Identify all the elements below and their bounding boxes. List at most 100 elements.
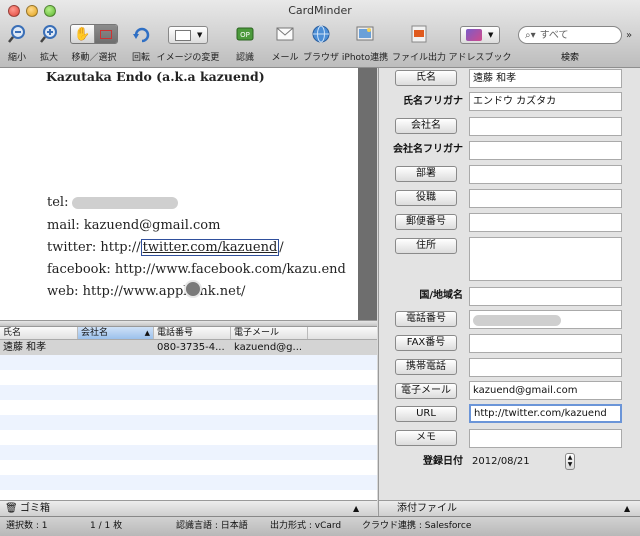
status-output-format: 出力形式 : vCard — [270, 521, 342, 531]
browser-button[interactable]: ブラウザ — [303, 23, 339, 63]
cell-extra — [308, 340, 377, 355]
address-field-button[interactable]: 住所 — [395, 238, 457, 254]
card-image-pane[interactable]: Kazutaka Endo (a.k.a kazuend) tel: mail:… — [0, 68, 377, 320]
table-header: 氏名 会社名 ▲ 電話番号 電子メール — [0, 327, 377, 340]
zip-input[interactable] — [469, 213, 622, 232]
title-bar: CardMinder 縮小 拡大 ✋ 移動／選択 回転 ▼ イメージの変更 OP… — [0, 0, 640, 68]
empty-row — [0, 415, 377, 430]
business-card-image[interactable]: Kazutaka Endo (a.k.a kazuend) tel: mail:… — [0, 68, 358, 320]
column-header-company-label: 会社名 — [81, 328, 109, 338]
column-header-extra[interactable] — [308, 327, 377, 339]
zoom-in-icon — [38, 23, 60, 45]
stepper-up-icon[interactable]: ▲ — [566, 454, 574, 461]
rotate-button[interactable]: 回転 — [130, 23, 152, 63]
card-tel-label: tel: — [47, 195, 69, 210]
search-input[interactable] — [539, 29, 610, 41]
search-field[interactable]: ⌕▾ — [518, 26, 622, 44]
empty-row — [0, 355, 377, 370]
globe-icon — [310, 23, 332, 45]
department-field-button[interactable]: 部署 — [395, 166, 457, 182]
phone-field-button[interactable]: 電話番号 — [395, 311, 457, 327]
column-header-email[interactable]: 電子メール — [231, 327, 308, 339]
file-output-button[interactable]: ファイル出力 — [392, 23, 446, 63]
column-header-phone[interactable]: 電話番号 — [154, 327, 231, 339]
mobile-field-button[interactable]: 携帯電話 — [395, 359, 457, 375]
attachment-bar[interactable]: 添付ファイル ▲ — [378, 500, 640, 516]
recognize-icon: OP — [234, 23, 256, 45]
company-kana-input[interactable] — [469, 141, 622, 160]
trash-bar[interactable]: 🗑 ゴミ箱 ▲ — [0, 500, 377, 516]
zoom-in-button[interactable]: 拡大 — [38, 23, 60, 63]
company-kana-label: 会社名フリガナ — [393, 144, 463, 155]
trash-label: ゴミ箱 — [20, 503, 50, 514]
search-icon: ⌕▾ — [525, 29, 536, 41]
empty-row — [0, 460, 377, 475]
url-field-button[interactable]: URL — [395, 406, 457, 422]
status-cloud-integration: クラウド連携 : Salesforce — [362, 521, 472, 531]
status-bar: 選択数 : 1 1 / 1 枚 認識言語 : 日本語 出力形式 : vCard … — [0, 516, 640, 536]
table-row[interactable]: 遠藤 和孝 080-3735-4... kazuend@g... — [0, 340, 377, 355]
status-recognition-language: 認識言語 : 日本語 — [176, 521, 248, 531]
expand-up-icon[interactable]: ▲ — [624, 501, 630, 516]
status-page-count: 1 / 1 枚 — [90, 521, 123, 531]
empty-row — [0, 445, 377, 460]
registered-date-value[interactable]: 2012/08/21 — [469, 453, 557, 470]
expand-up-icon[interactable]: ▲ — [353, 501, 359, 516]
url-input[interactable]: http://twitter.com/kazuend — [469, 404, 622, 423]
name-kana-input[interactable]: エンドウ カズタカ — [469, 92, 622, 111]
fax-input[interactable] — [469, 334, 622, 353]
job-title-input[interactable] — [469, 189, 622, 208]
cell-company — [78, 340, 154, 355]
iphoto-label: iPhoto連携 — [341, 53, 389, 63]
fax-field-button[interactable]: FAX番号 — [395, 335, 457, 351]
cell-name: 遠藤 和孝 — [3, 342, 47, 353]
change-image-label-wrap: イメージの変更 — [157, 23, 220, 63]
country-input[interactable] — [469, 287, 622, 306]
address-input[interactable] — [469, 237, 622, 281]
zoom-out-icon — [6, 23, 28, 45]
cell-email: kazuend@g... — [234, 342, 303, 353]
card-web-line: web: http://www.appbank.net/ — [47, 284, 246, 299]
memo-field-button[interactable]: メモ — [395, 430, 457, 446]
registered-date-label: 登録日付 — [423, 456, 463, 467]
mail-button[interactable]: メール — [271, 23, 299, 63]
card-twitter-suffix: / — [279, 240, 284, 255]
company-input[interactable] — [469, 117, 622, 136]
job-title-field-button[interactable]: 役職 — [395, 190, 457, 206]
email-field-button[interactable]: 電子メール — [395, 383, 457, 399]
zoom-out-button[interactable]: 縮小 — [6, 23, 28, 63]
date-stepper[interactable]: ▲ ▼ — [565, 453, 575, 470]
empty-row — [0, 430, 377, 445]
card-mail-line: mail: kazuend@gmail.com — [47, 218, 221, 233]
email-input[interactable]: kazuend@gmail.com — [469, 381, 622, 400]
iphoto-button[interactable]: iPhoto連携 — [342, 23, 388, 63]
zip-field-button[interactable]: 郵便番号 — [395, 214, 457, 230]
empty-row — [0, 475, 377, 490]
name-field-button[interactable]: 氏名 — [395, 70, 457, 86]
column-header-name[interactable]: 氏名 — [0, 327, 78, 339]
redacted-phone-value — [473, 315, 561, 326]
address-book-label: アドレスブック — [448, 53, 512, 63]
sort-ascending-icon: ▲ — [144, 329, 150, 337]
pane-splitter[interactable] — [0, 320, 377, 327]
name-input[interactable]: 遠藤 和孝 — [469, 69, 622, 88]
magnifier-handle-icon[interactable] — [184, 280, 202, 298]
column-header-company[interactable]: 会社名 ▲ — [78, 327, 154, 339]
phone-input[interactable] — [469, 310, 622, 329]
status-selected-count: 選択数 : 1 — [6, 521, 48, 531]
file-output-icon — [408, 23, 430, 45]
iphoto-icon — [354, 23, 376, 45]
stepper-down-icon[interactable]: ▼ — [566, 461, 574, 468]
company-field-button[interactable]: 会社名 — [395, 118, 457, 134]
card-twitter-line: twitter: http://twitter.com/kazuend / — [47, 239, 284, 256]
toolbar-overflow-icon[interactable]: » — [626, 30, 632, 41]
department-input[interactable] — [469, 165, 622, 184]
attachment-label: 添付ファイル — [397, 503, 457, 514]
recognition-selection-box[interactable]: twitter.com/kazuend — [140, 239, 280, 256]
cell-phone: 080-3735-4... — [157, 342, 225, 353]
empty-row — [0, 400, 377, 415]
mobile-input[interactable] — [469, 358, 622, 377]
recognize-button[interactable]: OP 認識 — [234, 23, 256, 63]
memo-input[interactable] — [469, 429, 622, 448]
card-list-table[interactable]: 氏名 会社名 ▲ 電話番号 電子メール 遠藤 和孝 080-3735-4... k… — [0, 327, 377, 500]
